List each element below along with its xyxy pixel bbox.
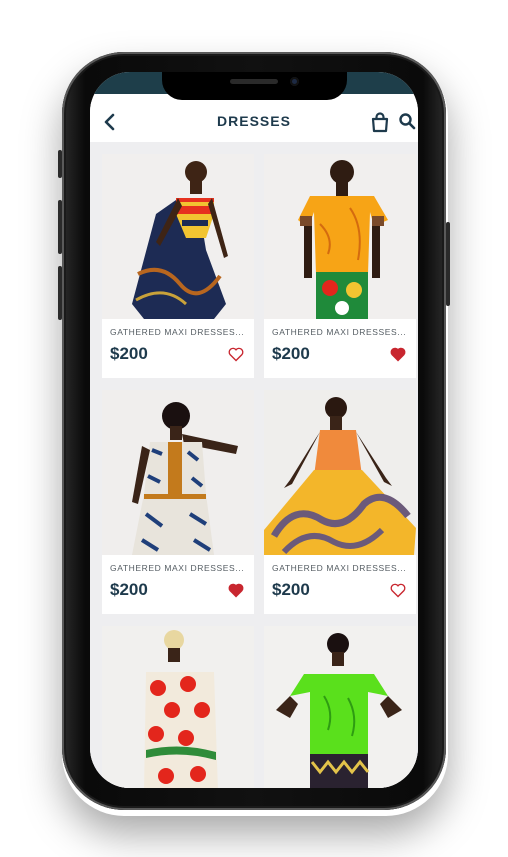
product-card[interactable]: GATHERED MAXI DRESSES... $200 (264, 154, 416, 378)
product-name: GATHERED MAXI DRESSES... (110, 327, 245, 337)
product-price: $200 (110, 580, 148, 599)
power-button (446, 222, 450, 306)
product-image (102, 154, 254, 319)
product-name: GATHERED MAXI DRESSES... (110, 563, 245, 573)
product-card[interactable]: GATHERED MAXI DRESSES... $200 (102, 154, 254, 378)
product-card[interactable] (264, 626, 416, 788)
speaker-grille (230, 79, 278, 84)
product-image (264, 390, 416, 555)
shopping-bag-icon[interactable] (370, 111, 390, 133)
phone-screen: DRESSES GATHERED MAXI DRESSES... $200 GA… (90, 72, 418, 788)
heart-outline-icon[interactable] (228, 347, 244, 362)
product-grid: GATHERED MAXI DRESSES... $200 GATHERED M… (90, 142, 418, 788)
product-image (102, 626, 254, 788)
product-image (264, 154, 416, 319)
product-price: $200 (272, 344, 310, 363)
volume-up-button (58, 200, 62, 254)
volume-down-button (58, 266, 62, 320)
search-icon[interactable] (398, 112, 416, 130)
product-card[interactable]: GATHERED MAXI DRESSES... $200 (264, 390, 416, 614)
product-card[interactable]: GATHERED MAXI DRESSES... $200 (102, 390, 254, 614)
product-image (264, 626, 416, 788)
mute-switch (58, 150, 62, 178)
front-camera (290, 77, 299, 86)
page-title: DRESSES (217, 113, 291, 129)
notch (162, 72, 347, 100)
product-image (102, 390, 254, 555)
heart-filled-icon[interactable] (390, 347, 406, 362)
product-price: $200 (110, 344, 148, 363)
app-header: DRESSES (90, 102, 418, 142)
product-name: GATHERED MAXI DRESSES... (272, 563, 407, 573)
product-card[interactable] (102, 626, 254, 788)
product-name: GATHERED MAXI DRESSES... (272, 327, 407, 337)
product-price: $200 (272, 580, 310, 599)
heart-filled-icon[interactable] (228, 583, 244, 598)
heart-outline-icon[interactable] (390, 583, 406, 598)
